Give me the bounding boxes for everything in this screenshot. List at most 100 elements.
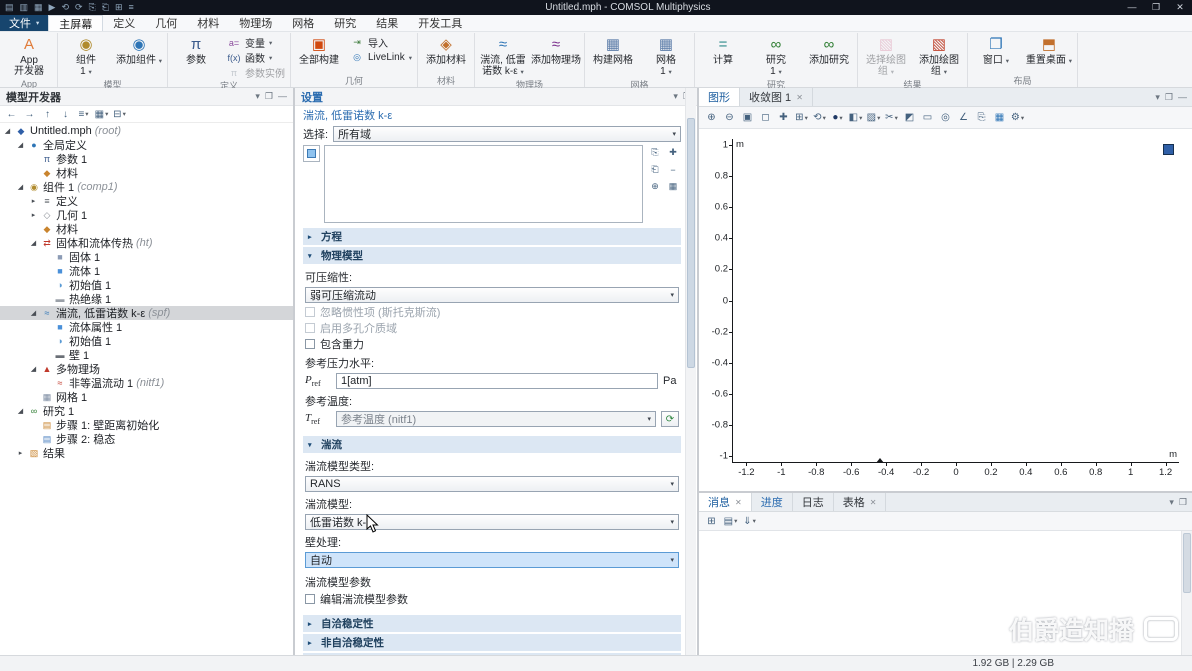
menu-tab-主屏幕[interactable]: 主屏幕 (48, 15, 104, 31)
compressibility-dropdown[interactable]: 弱可压缩流动 ▾ (305, 287, 679, 303)
messages-scrollbar[interactable] (1181, 531, 1192, 655)
tree-node-结果[interactable]: ▸ ▧ 结果 (0, 446, 293, 460)
tree-node-初始值 1[interactable]: ◑ 初始值 1 (0, 334, 293, 348)
ribbon-button-build-mesh[interactable]: ▦ 构建网格 (587, 34, 639, 79)
section-physical-model[interactable]: ▾ 物理模型 (303, 247, 681, 264)
save-icon[interactable]: ▦ (32, 2, 45, 13)
open-file-icon[interactable]: ▥ (18, 2, 31, 13)
zoom-selected-icon[interactable]: ◎ (937, 110, 954, 125)
menu-tab-定义[interactable]: 定义 (103, 15, 145, 31)
messages-tab-进度[interactable]: 进度 (752, 493, 793, 511)
scene-light-icon[interactable]: ● ▾ (829, 110, 846, 125)
messages-float-icon[interactable]: ❐ (1179, 497, 1187, 508)
close-button[interactable]: ✕ (1168, 2, 1192, 13)
messages-tab-日志[interactable]: 日志 (793, 493, 834, 511)
add-to-selection-icon[interactable]: ✚ (665, 145, 681, 160)
section-turbulence[interactable]: ▾ 湍流 (303, 436, 681, 453)
tree-node-Untitled.mph[interactable]: ◢ ◆ Untitled.mph (root) (0, 124, 293, 138)
selection-listbox[interactable] (324, 145, 643, 223)
panel-menu-icon[interactable]: ▾ (255, 91, 260, 102)
collapse-icon[interactable]: ◢ (29, 365, 38, 373)
edit-turbulence-params-checkbox[interactable]: 编辑湍流模型参数 (305, 592, 679, 606)
back-icon[interactable]: ← (3, 107, 20, 122)
ribbon-button-app-builder[interactable]: A App 开发器 (3, 34, 55, 78)
messages-export-icon[interactable]: ⇓ ▾ (741, 514, 758, 529)
collapse-icon[interactable]: ◢ (16, 141, 25, 149)
tree-node-非等温流动 1[interactable]: ≈ 非等温流动 1 (nitf1) (0, 376, 293, 390)
tree-node-固体和流体传热[interactable]: ◢ ⇄ 固体和流体传热 (ht) (0, 236, 293, 250)
reference-temperature-dropdown[interactable]: 参考温度 (nitf1) ▾ (336, 411, 656, 427)
ribbon-button-import[interactable]: ⇥ 导入 (346, 35, 415, 50)
create-selection-icon[interactable]: ▦ (665, 179, 681, 194)
ribbon-button-parameters[interactable]: π 参数 (170, 34, 222, 80)
file-menu-button[interactable]: 文件 ▾ (0, 15, 49, 31)
copy-image-icon[interactable]: ⎘ (973, 110, 990, 125)
section-高级设置[interactable]: ▸高级设置 (303, 653, 681, 655)
clipping-icon[interactable]: ✂ ▾ (883, 110, 900, 125)
messages-display-icon[interactable]: ▤ ▾ (722, 514, 739, 529)
copy-selection-icon[interactable]: ⎘ (647, 145, 663, 160)
scrollbar-thumb[interactable] (1183, 533, 1191, 593)
menu-tab-物理场[interactable]: 物理场 (229, 15, 282, 31)
wall-treatment-dropdown[interactable]: 自动 ▾ (305, 552, 679, 568)
redo-icon[interactable]: ⟳ (73, 2, 85, 13)
tree-node-参数 1[interactable]: π 参数 1 (0, 152, 293, 166)
ribbon-button-add-material[interactable]: ◈ 添加材料 (420, 34, 472, 75)
graphics-float-icon[interactable]: ❐ (1165, 92, 1173, 103)
settings-scrollbar[interactable] (685, 88, 696, 655)
tree-node-定义[interactable]: ▸ ≡ 定义 (0, 194, 293, 208)
tree-node-步骤 2: 稳态[interactable]: ▤ 步骤 2: 稳态 (0, 432, 293, 446)
forward-icon[interactable]: → (21, 107, 38, 122)
section-equation[interactable]: ▸ 方程 (303, 228, 681, 245)
close-tab-icon[interactable]: ✕ (796, 93, 803, 102)
graphics-tab-图形[interactable]: 图形 (699, 88, 740, 106)
paste-selection-icon[interactable]: ⎗ (647, 162, 663, 177)
duplicate-icon[interactable]: ⊞ (113, 2, 125, 13)
active-selection-toggle[interactable] (303, 145, 320, 162)
ribbon-button-parameter-case[interactable]: π 参数实例 (223, 65, 288, 81)
graphics-minimize-icon[interactable]: — (1178, 92, 1187, 102)
scrollbar-thumb[interactable] (687, 118, 695, 368)
selection-dropdown[interactable]: 所有域 ▾ (333, 126, 681, 142)
checkbox-包含重力[interactable]: 包含重力 (305, 337, 679, 351)
color-theme-icon[interactable]: ◧ ▾ (847, 110, 864, 125)
tree-node-热绝缘 1[interactable]: ▬ 热绝缘 1 (0, 292, 293, 306)
close-tab-icon[interactable]: ✕ (870, 498, 877, 507)
transparency-icon[interactable]: ◩ (901, 110, 918, 125)
ribbon-button-component[interactable]: ◉ 组件 1 ▾ (60, 34, 112, 79)
menu-tab-几何[interactable]: 几何 (145, 15, 187, 31)
tree-node-材料[interactable]: ◆ 材料 (0, 166, 293, 180)
tree-node-固体 1[interactable]: ■ 固体 1 (0, 250, 293, 264)
new-message-table-icon[interactable]: ⊞ (703, 514, 720, 529)
collapse-icon[interactable]: ◢ (29, 309, 38, 317)
ribbon-button-add-physics[interactable]: ≈ 添加物理场 (530, 34, 582, 79)
zoom-in-icon[interactable]: ⊕ (703, 110, 720, 125)
menu-tab-结果[interactable]: 结果 (366, 15, 408, 31)
tree-node-全局定义[interactable]: ◢ ● 全局定义 (0, 138, 293, 152)
default-view-icon[interactable]: ⟲ ▾ (811, 110, 828, 125)
ribbon-button-build-all[interactable]: ▣ 全部构建 (293, 34, 345, 75)
copy-icon[interactable]: ⎘ (87, 2, 98, 13)
plot-area[interactable]: m m -1.2 -1 -0.8 -0.6 -0.4 -0.2 0 0.2 0.4 0.6 0.8 1… (699, 129, 1192, 491)
ribbon-button-compute[interactable]: = 计算 (697, 34, 749, 79)
minimize-button[interactable]: — (1120, 2, 1144, 13)
select-mode-icon[interactable]: ▭ (919, 110, 936, 125)
zoom-extents-icon[interactable]: ▣ (739, 110, 756, 125)
new-file-icon[interactable]: ▤ (3, 2, 16, 13)
ribbon-button-add-plot-group[interactable]: ▧ 添加绘图组 ▾ (913, 34, 965, 79)
menu-tab-开发工具[interactable]: 开发工具 (408, 15, 472, 31)
move-up-icon[interactable]: ↑ (39, 107, 56, 122)
messages-tab-消息[interactable]: 消息 ✕ (699, 493, 752, 511)
tree-node-流体属性 1[interactable]: ■ 流体属性 1 (0, 320, 293, 334)
ribbon-button-mesh[interactable]: ▦ 网格 1 ▾ (640, 34, 692, 79)
tree-node-组件 1[interactable]: ◢ ◉ 组件 1 (comp1) (0, 180, 293, 194)
zoom-out-icon[interactable]: ⊖ (721, 110, 738, 125)
go-to-source-button[interactable]: ⟳ (661, 411, 679, 427)
tree-node-初始值 1[interactable]: ◑ 初始值 1 (0, 278, 293, 292)
pan-icon[interactable]: ✚ (775, 110, 792, 125)
collapse-icon[interactable]: ◢ (16, 407, 25, 415)
options-icon[interactable]: ≡ (127, 2, 136, 13)
node-label-options-icon[interactable]: ▦ ▾ (93, 107, 110, 122)
close-tab-icon[interactable]: ✕ (735, 498, 742, 507)
messages-menu-icon[interactable]: ▾ (1169, 497, 1174, 508)
